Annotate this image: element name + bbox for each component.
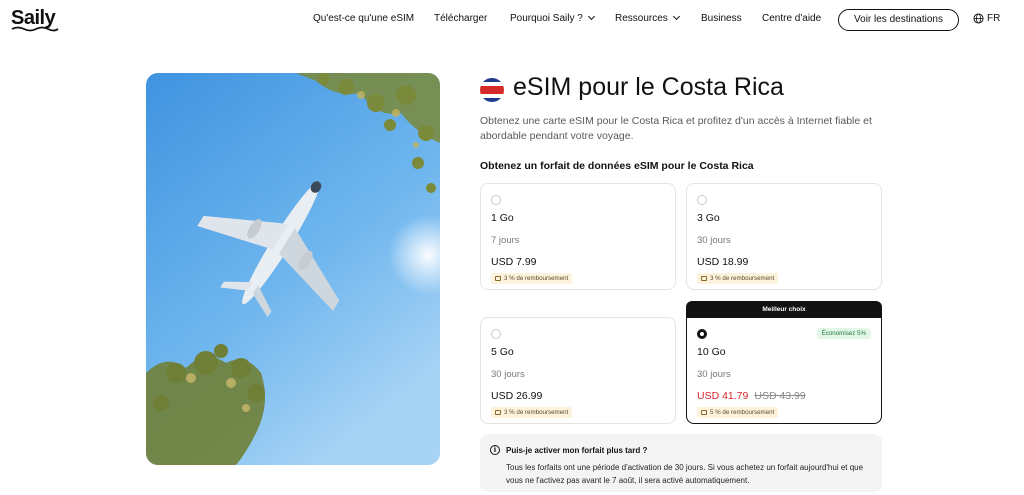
plan-radio-selected[interactable]: [697, 329, 707, 339]
plan-data-amount: 5 Go: [491, 346, 514, 358]
cashback-icon: [701, 410, 707, 415]
globe-icon: [973, 13, 984, 24]
cashback-icon: [701, 276, 707, 281]
nav-label: Télécharger: [434, 13, 488, 24]
plan-card-1gb[interactable]: 1 Go 7 jours USD 7.99 3 % de rembourseme…: [480, 183, 676, 290]
info-question: Puis-je activer mon forfait plus tard ?: [506, 446, 648, 455]
plan-radio[interactable]: [491, 195, 501, 205]
nav-label: Ressources: [615, 13, 668, 24]
savings-badge: Économisez 5%: [816, 328, 871, 339]
plan-data-amount: 3 Go: [697, 212, 720, 224]
nav-label: Pourquoi Saily ?: [510, 13, 583, 24]
plan-data-amount: 10 Go: [697, 346, 726, 358]
plan-duration: 30 jours: [491, 369, 525, 380]
top-navigation-bar: Saily Qu'est-ce qu'une eSIM Télécharger …: [0, 0, 1024, 40]
nav-item-what-is-esim[interactable]: Qu'est-ce qu'une eSIM: [313, 13, 414, 24]
nav-label: Centre d'aide: [762, 13, 822, 24]
chevron-down-icon: [587, 12, 595, 21]
hero-airplane-image: [146, 73, 440, 465]
plan-price: USD 7.99: [491, 256, 537, 268]
plan-price-group: USD 41.79 USD 43.99: [697, 390, 806, 402]
page-subtitle: Obtenez une carte eSIM pour le Costa Ric…: [480, 115, 872, 142]
nav-label: Business: [701, 13, 742, 24]
plan-price: USD 26.99: [491, 390, 543, 402]
logo-wave-icon: [11, 26, 59, 32]
nav-item-help-center[interactable]: Centre d'aide: [762, 13, 821, 24]
cashback-label: 5 % de remboursement: [710, 409, 775, 416]
plan-radio[interactable]: [697, 195, 707, 205]
plan-card-5gb[interactable]: 5 Go 30 jours USD 26.99 3 % de rembourse…: [480, 317, 676, 424]
nav-item-why-saily[interactable]: Pourquoi Saily ?: [510, 12, 595, 24]
cashback-icon: [495, 276, 501, 281]
activation-info-box: i Puis-je activer mon forfait plus tard …: [480, 434, 882, 492]
plan-sale-price: USD 41.79: [697, 390, 749, 402]
plan-card-3gb[interactable]: 3 Go 30 jours USD 18.99 3 % de rembourse…: [686, 183, 882, 290]
nav-item-download[interactable]: Télécharger: [434, 13, 487, 24]
cashback-badge: 3 % de remboursement: [491, 407, 573, 418]
view-destinations-button[interactable]: Voir les destinations: [838, 9, 959, 31]
cashback-label: 3 % de remboursement: [504, 409, 569, 416]
plan-data-amount: 1 Go: [491, 212, 514, 224]
plan-card-10gb[interactable]: Économisez 5% 10 Go 30 jours USD 41.79 US…: [686, 318, 882, 424]
cashback-label: 3 % de remboursement: [504, 275, 569, 282]
costa-rica-flag-icon: [480, 78, 504, 102]
plans-heading: Obtenez un forfait de données eSIM pour …: [480, 160, 754, 172]
plan-radio[interactable]: [491, 329, 501, 339]
plan-old-price: USD 43.99: [754, 390, 806, 402]
nav-item-business[interactable]: Business: [701, 13, 742, 24]
language-selector[interactable]: FR: [973, 13, 1000, 24]
chevron-down-icon: [672, 12, 680, 21]
cashback-badge: 5 % de remboursement: [697, 407, 779, 418]
plan-price: USD 18.99: [697, 256, 749, 268]
info-icon: i: [490, 445, 500, 455]
language-label: FR: [987, 13, 1001, 24]
cashback-label: 3 % de remboursement: [710, 275, 775, 282]
nav-label: Qu'est-ce qu'une eSIM: [313, 13, 415, 24]
cashback-icon: [495, 410, 501, 415]
nav-item-resources[interactable]: Ressources: [615, 12, 680, 24]
plan-duration: 30 jours: [697, 235, 731, 246]
plan-duration: 30 jours: [697, 369, 731, 380]
cashback-badge: 3 % de remboursement: [491, 273, 573, 284]
plan-duration: 7 jours: [491, 235, 520, 246]
page-title: eSIM pour le Costa Rica: [513, 73, 784, 101]
cashback-badge: 3 % de remboursement: [697, 273, 779, 284]
info-answer: Tous les forfaits ont une période d'acti…: [506, 463, 864, 485]
best-choice-banner: Meilleur choix: [686, 301, 882, 319]
